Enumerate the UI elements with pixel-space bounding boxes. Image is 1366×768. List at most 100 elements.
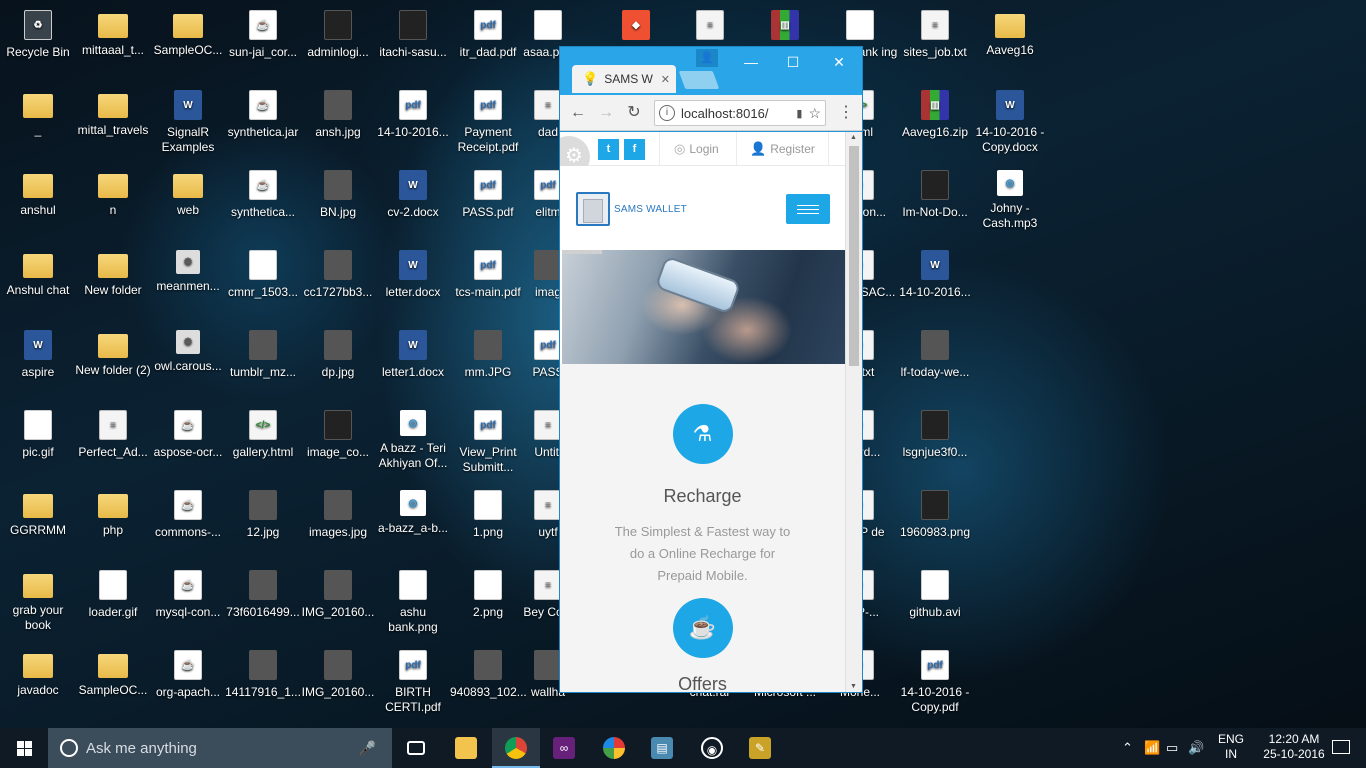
register-link[interactable]: 👤 Register bbox=[750, 141, 815, 157]
desktop-icon[interactable]: lsgnjue3f0... bbox=[897, 406, 973, 484]
desktop-icon[interactable]: mittal_travels bbox=[75, 86, 151, 164]
close-window-button[interactable]: ✕ bbox=[824, 51, 854, 75]
groove-music-button[interactable]: ◉ bbox=[688, 728, 736, 768]
desktop-icon[interactable]: pdf 14-10-2016 - Copy.pdf bbox=[897, 646, 973, 724]
file-explorer-button[interactable] bbox=[442, 728, 490, 768]
language-indicator[interactable]: ENG IN bbox=[1216, 732, 1246, 762]
desktop-icon[interactable]: web bbox=[150, 166, 226, 244]
microphone-icon[interactable]: 🎤 bbox=[359, 740, 376, 757]
desktop-icon[interactable]: New folder bbox=[75, 246, 151, 324]
login-link[interactable]: ◎ Login bbox=[674, 141, 719, 157]
desktop-icon[interactable]: ansh.jpg bbox=[300, 86, 376, 164]
desktop-icon[interactable]: 12.jpg bbox=[225, 486, 301, 564]
desktop-icon[interactable]: images.jpg bbox=[300, 486, 376, 564]
desktop-icon[interactable]: itachi-sasu... bbox=[375, 6, 451, 84]
desktop-icon[interactable]: IMG_20160... bbox=[300, 646, 376, 724]
desktop-icon[interactable]: mittaaal_t... bbox=[75, 6, 151, 84]
desktop-icon[interactable]: grab your book bbox=[0, 566, 76, 644]
scroll-up-arrow-icon[interactable]: ▲ bbox=[850, 134, 857, 141]
desktop-icon[interactable]: ☕ sun-jai_cor... bbox=[225, 6, 301, 84]
desktop-icon[interactable]: W 14-10-2016 - Copy.docx bbox=[972, 86, 1048, 164]
desktop-icon[interactable]: BN.jpg bbox=[300, 166, 376, 244]
desktop-icon[interactable]: anshul bbox=[0, 166, 76, 244]
desktop-icon[interactable]: ☕ aspose-ocr... bbox=[150, 406, 226, 484]
network-icon[interactable]: 📶 bbox=[1144, 740, 1160, 756]
desktop-icon[interactable]: ◎ Johny - Cash.mp3 bbox=[972, 166, 1048, 244]
app-button[interactable]: ▤ bbox=[638, 728, 686, 768]
desktop-icon[interactable]: image_co... bbox=[300, 406, 376, 484]
desktop-icon[interactable]: Wletter.docx bbox=[375, 246, 451, 324]
logo[interactable]: SAMS WALLET bbox=[576, 192, 687, 226]
info-icon[interactable]: i bbox=[659, 105, 675, 121]
desktop-icon[interactable]: New folder (2) bbox=[75, 326, 151, 404]
visual-studio-button[interactable]: ∞ bbox=[540, 728, 588, 768]
desktop-icon[interactable]: Anshul chat bbox=[0, 246, 76, 324]
desktop-icon[interactable]: 73f6016499... bbox=[225, 566, 301, 644]
desktop-icon[interactable]: adminlogi... bbox=[300, 6, 376, 84]
start-button[interactable] bbox=[0, 728, 48, 768]
notification-icon[interactable] bbox=[1332, 740, 1350, 754]
desktop-icon[interactable]: ashu bank.png bbox=[375, 566, 451, 644]
profile-icon[interactable]: 👤 bbox=[696, 49, 718, 67]
desktop-icon[interactable]: ⚙ owl.carous... bbox=[150, 326, 226, 404]
desktop-icon[interactable]: ≡ Perfect_Ad... bbox=[75, 406, 151, 484]
desktop-icon[interactable]: pdf BIRTH CERTI.pdf bbox=[375, 646, 451, 724]
desktop-icon[interactable]: ☕ synthetica.jar bbox=[225, 86, 301, 164]
desktop-icon[interactable]: dp.jpg bbox=[300, 326, 376, 404]
desktop-icon[interactable]: lf-today-we... bbox=[897, 326, 973, 404]
minimize-button[interactable]: — bbox=[736, 51, 766, 75]
desktop-icon[interactable]: W 14-10-2016... bbox=[897, 246, 973, 324]
desktop-icon[interactable]: ⚙ meanmen... bbox=[150, 246, 226, 324]
desktop-icon[interactable]: tumblr_mz... bbox=[225, 326, 301, 404]
permission-icon[interactable]: ▮ bbox=[796, 107, 802, 120]
picasa-button[interactable] bbox=[590, 728, 638, 768]
desktop-icon[interactable]: GGRRMM bbox=[0, 486, 76, 564]
maximize-button[interactable]: ☐ bbox=[778, 51, 808, 75]
twitter-icon[interactable]: t bbox=[598, 139, 619, 160]
desktop-icon[interactable]: ◎ A bazz - Teri Akhiyan Of... bbox=[375, 406, 451, 484]
desktop-icon[interactable]: Aaveg16 bbox=[972, 6, 1048, 84]
volume-icon[interactable]: 🔊 bbox=[1188, 740, 1204, 756]
desktop-icon[interactable]: Waspire bbox=[0, 326, 76, 404]
chevron-up-icon[interactable]: ⌃ bbox=[1122, 740, 1133, 756]
cortana-search-box[interactable]: Ask me anything 🎤 bbox=[48, 728, 392, 768]
desktop-icon[interactable]: Im-Not-Do... bbox=[897, 166, 973, 244]
mug-icon[interactable]: ☕ bbox=[672, 598, 733, 658]
desktop-icon[interactable]: SampleOC... bbox=[75, 646, 151, 724]
hamburger-menu-button[interactable] bbox=[786, 194, 830, 224]
tab-sams-wallet[interactable]: 💡 SAMS W ✕ bbox=[572, 65, 676, 93]
clock[interactable]: 12:20 AM 25-10-2016 bbox=[1256, 732, 1332, 762]
facebook-icon[interactable]: f bbox=[624, 139, 645, 160]
desktop-icon[interactable]: n bbox=[75, 166, 151, 244]
desktop-icon[interactable]: pic.gif bbox=[0, 406, 76, 484]
battery-icon[interactable]: ▭ bbox=[1166, 740, 1178, 756]
desktop-icon[interactable]: ☕ mysql-con... bbox=[150, 566, 226, 644]
desktop-icon[interactable]: Wcv-2.docx bbox=[375, 166, 451, 244]
desktop-icon[interactable]: cc1727bb3... bbox=[300, 246, 376, 324]
desktop-icon[interactable]: pdf 14-10-2016... bbox=[375, 86, 451, 164]
tools-app-button[interactable]: ✎ bbox=[736, 728, 784, 768]
scroll-down-arrow-icon[interactable]: ▼ bbox=[850, 683, 857, 690]
desktop-icon[interactable]: ◎ a-bazz_a-b... bbox=[375, 486, 451, 564]
task-view-button[interactable] bbox=[392, 728, 440, 768]
desktop-icon[interactable]: Wletter1.docx bbox=[375, 326, 451, 404]
desktop-icon[interactable]: ☕ synthetica... bbox=[225, 166, 301, 244]
desktop-icon[interactable]: php bbox=[75, 486, 151, 564]
chrome-button[interactable] bbox=[492, 728, 540, 768]
desktop-icon[interactable]: github.avi bbox=[897, 566, 973, 644]
desktop-icon[interactable]: ☕ org-apach... bbox=[150, 646, 226, 724]
new-tab-button[interactable] bbox=[678, 71, 720, 89]
browser-titlebar[interactable]: 👤 💡 SAMS W ✕ — ☐ ✕ bbox=[560, 47, 862, 95]
star-icon[interactable]: ☆ bbox=[808, 105, 821, 122]
reload-icon[interactable]: ↻ bbox=[622, 101, 646, 125]
desktop-icon[interactable]: </> gallery.html bbox=[225, 406, 301, 484]
flask-icon[interactable]: ⚗ bbox=[672, 404, 733, 464]
desktop-icon[interactable]: SampleOC... bbox=[150, 6, 226, 84]
desktop-icon[interactable]: _ bbox=[0, 86, 76, 164]
scrollbar-thumb[interactable] bbox=[849, 146, 859, 366]
address-bar[interactable]: i localhost:8016/ ▮ ☆ bbox=[654, 100, 826, 126]
close-icon[interactable]: ✕ bbox=[661, 73, 670, 86]
desktop-icon[interactable]: ☕ commons-... bbox=[150, 486, 226, 564]
forward-arrow-icon[interactable]: → bbox=[594, 101, 618, 125]
desktop-icon[interactable]: loader.gif bbox=[75, 566, 151, 644]
